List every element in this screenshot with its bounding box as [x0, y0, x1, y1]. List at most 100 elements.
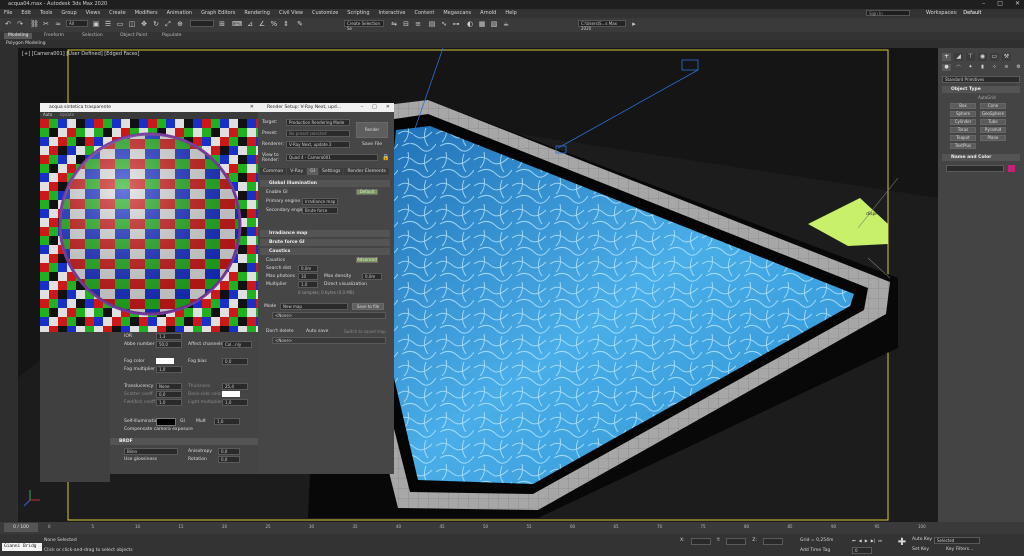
key-selection-dropdown[interactable]: Selected — [934, 537, 980, 544]
fwd-bck-field[interactable]: 1,0 — [156, 399, 182, 406]
menu-item-modifiers[interactable]: Modifiers — [135, 10, 158, 16]
rs-maximize-icon[interactable]: □ — [372, 103, 377, 112]
affect-channels-dropdown[interactable]: Col...nly — [222, 341, 252, 348]
menu-item-edit[interactable]: Edit — [21, 10, 31, 16]
create-tab-icon[interactable]: + — [942, 53, 951, 61]
auto-save-checkbox[interactable]: Auto save — [306, 329, 328, 334]
create-cylinder-button[interactable]: Cylinder — [950, 119, 976, 125]
key-mode-icon[interactable]: ✚ — [896, 537, 908, 549]
view-to-render-dropdown[interactable]: Quad 4 - Camera001 — [286, 154, 378, 161]
menu-item-customize[interactable]: Customize — [312, 10, 338, 16]
render-production-icon[interactable]: ☕ — [502, 20, 510, 28]
anisotropy-field[interactable]: 0,0 — [218, 448, 240, 455]
auto-checkbox[interactable]: Auto — [43, 112, 52, 117]
autogrid-checkbox[interactable]: AutoGrid — [978, 95, 996, 100]
utilities-tab-icon[interactable]: ⚒ — [1002, 53, 1011, 61]
name-and-color-header[interactable]: Name and Color — [942, 154, 1020, 161]
geometry-icon[interactable]: ● — [942, 64, 951, 71]
update-button[interactable]: Update — [60, 112, 75, 117]
brdf-header[interactable]: BRDF — [110, 438, 258, 445]
helpers-icon[interactable]: ⊹ — [990, 64, 999, 71]
percent-snap-icon[interactable]: % — [270, 20, 278, 28]
hierarchy-tab-icon[interactable]: ⊤ — [966, 53, 975, 61]
menu-item-graph-editors[interactable]: Graph Editors — [201, 10, 235, 16]
shapes-icon[interactable]: ◠ — [954, 64, 963, 71]
layers-icon[interactable]: ≡ — [414, 20, 422, 28]
maxscript-listener[interactable]: Gianni Bridg — [2, 543, 42, 551]
ior-field[interactable]: 1,3 — [156, 333, 182, 340]
renderer-dropdown[interactable]: V-Ray Next, update 2 — [286, 141, 350, 148]
display-tab-icon[interactable]: ▭ — [990, 53, 999, 61]
fog-bias-field[interactable]: 0,0 — [222, 358, 248, 365]
ribbon-tab-object-paint[interactable]: Object Paint — [116, 33, 151, 39]
save-file-checkbox[interactable]: Save File — [362, 142, 382, 147]
placement-icon[interactable]: ⊕ — [176, 20, 184, 28]
set-key-button[interactable]: Set Key — [912, 547, 929, 552]
irradiance-map-header[interactable]: Irradiance map — [260, 230, 390, 237]
thickness-field[interactable]: 25,4 — [222, 383, 248, 390]
previous-frame-icon[interactable]: ◀ — [859, 538, 862, 543]
select-object-icon[interactable]: ▣ — [92, 20, 100, 28]
rotate-icon[interactable]: ↻ — [152, 20, 160, 28]
lock-view-icon[interactable]: 🔒 — [382, 154, 389, 161]
mode-dropdown[interactable]: New map — [280, 303, 348, 310]
spinner-snap-icon[interactable]: ⇕ — [282, 20, 290, 28]
create-box-button[interactable]: Box — [950, 103, 976, 109]
menu-item-views[interactable]: Views — [86, 10, 100, 16]
toggle-ribbon-icon[interactable]: ▤ — [428, 20, 436, 28]
menu-item-content[interactable]: Content — [414, 10, 434, 16]
project-folder-icon[interactable]: ▸ — [630, 20, 638, 28]
render-button[interactable]: Render — [356, 122, 388, 138]
rotation-field[interactable]: 0,0 — [218, 456, 240, 463]
primitive-category-dropdown[interactable]: Standard Primitives — [942, 76, 1020, 83]
create-pyramid-button[interactable]: Pyramid — [980, 127, 1006, 133]
edit-named-sets-icon[interactable]: ✎ — [296, 20, 304, 28]
x-field[interactable] — [690, 538, 711, 545]
next-frame-icon[interactable]: ▶| — [871, 538, 875, 543]
render-setup-icon[interactable]: ▦ — [478, 20, 486, 28]
add-time-tag[interactable]: Add Time Tag — [800, 548, 830, 553]
polygon-modeling-label[interactable]: Polygon Modeling — [6, 41, 46, 46]
material-editor-icon[interactable]: ◐ — [466, 20, 474, 28]
menu-item-create[interactable]: Create — [109, 10, 126, 16]
object-name-field[interactable] — [946, 165, 1004, 172]
rs-minimize-icon[interactable]: – — [361, 103, 364, 112]
pivot-icon[interactable]: ⊞ — [218, 20, 226, 28]
angle-snap-icon[interactable]: ∠ — [258, 20, 266, 28]
cameras-icon[interactable]: ▮ — [978, 64, 987, 71]
align-icon[interactable]: ⊟ — [402, 20, 410, 28]
material-preview[interactable] — [40, 119, 258, 332]
advanced-button[interactable]: Advanced — [356, 257, 378, 263]
named-selection-dropdown[interactable]: Create Selection Se — [344, 20, 384, 31]
ribbon-tab-modeling[interactable]: Modeling — [4, 33, 33, 39]
brdf-type-dropdown[interactable]: Blinn — [124, 448, 178, 455]
lights-icon[interactable]: ✦ — [966, 64, 975, 71]
create-torus-button[interactable]: Torus — [950, 127, 976, 133]
max-density-field[interactable]: 0,0m — [362, 273, 382, 280]
enable-gi-checkbox[interactable]: Enable GI — [266, 190, 288, 195]
ribbon-tab-populate[interactable]: Populate — [158, 33, 186, 39]
close-button[interactable]: ✕ — [1015, 0, 1020, 7]
compensate-exposure-checkbox[interactable]: Compensate camera exposure — [124, 427, 193, 432]
scatter-field[interactable]: 0,0 — [156, 391, 182, 398]
bind-spacewarp-icon[interactable]: ≈ — [54, 20, 62, 28]
self-illumination-swatch[interactable] — [156, 418, 176, 426]
select-by-name-icon[interactable]: ☰ — [104, 20, 112, 28]
global-illumination-header[interactable]: Global illumination — [260, 180, 390, 187]
menu-item-help[interactable]: Help — [505, 10, 516, 16]
create-sphere-button[interactable]: Sphere — [950, 111, 976, 117]
caustics-header[interactable]: Caustics — [260, 248, 390, 255]
link-icon[interactable]: ⛓ — [30, 20, 39, 28]
maximize-button[interactable]: □ — [997, 0, 1003, 7]
reference-coord-dropdown[interactable] — [190, 20, 214, 27]
menu-item-tools[interactable]: Tools — [40, 10, 52, 16]
create-cone-button[interactable]: Cone — [980, 103, 1006, 109]
use-glossiness-radio[interactable]: Use glossiness — [124, 457, 157, 462]
menu-item-rendering[interactable]: Rendering — [244, 10, 270, 16]
translucency-dropdown[interactable]: None — [156, 383, 182, 390]
y-field[interactable] — [726, 538, 747, 545]
viewport-label[interactable]: [+] [Camera001] [User Defined] [Edged Fa… — [22, 51, 139, 57]
go-to-start-icon[interactable]: ⏮ — [852, 538, 856, 543]
fog-multiplier-field[interactable]: 1,0 — [156, 366, 182, 373]
back-side-color-swatch[interactable] — [222, 391, 240, 397]
